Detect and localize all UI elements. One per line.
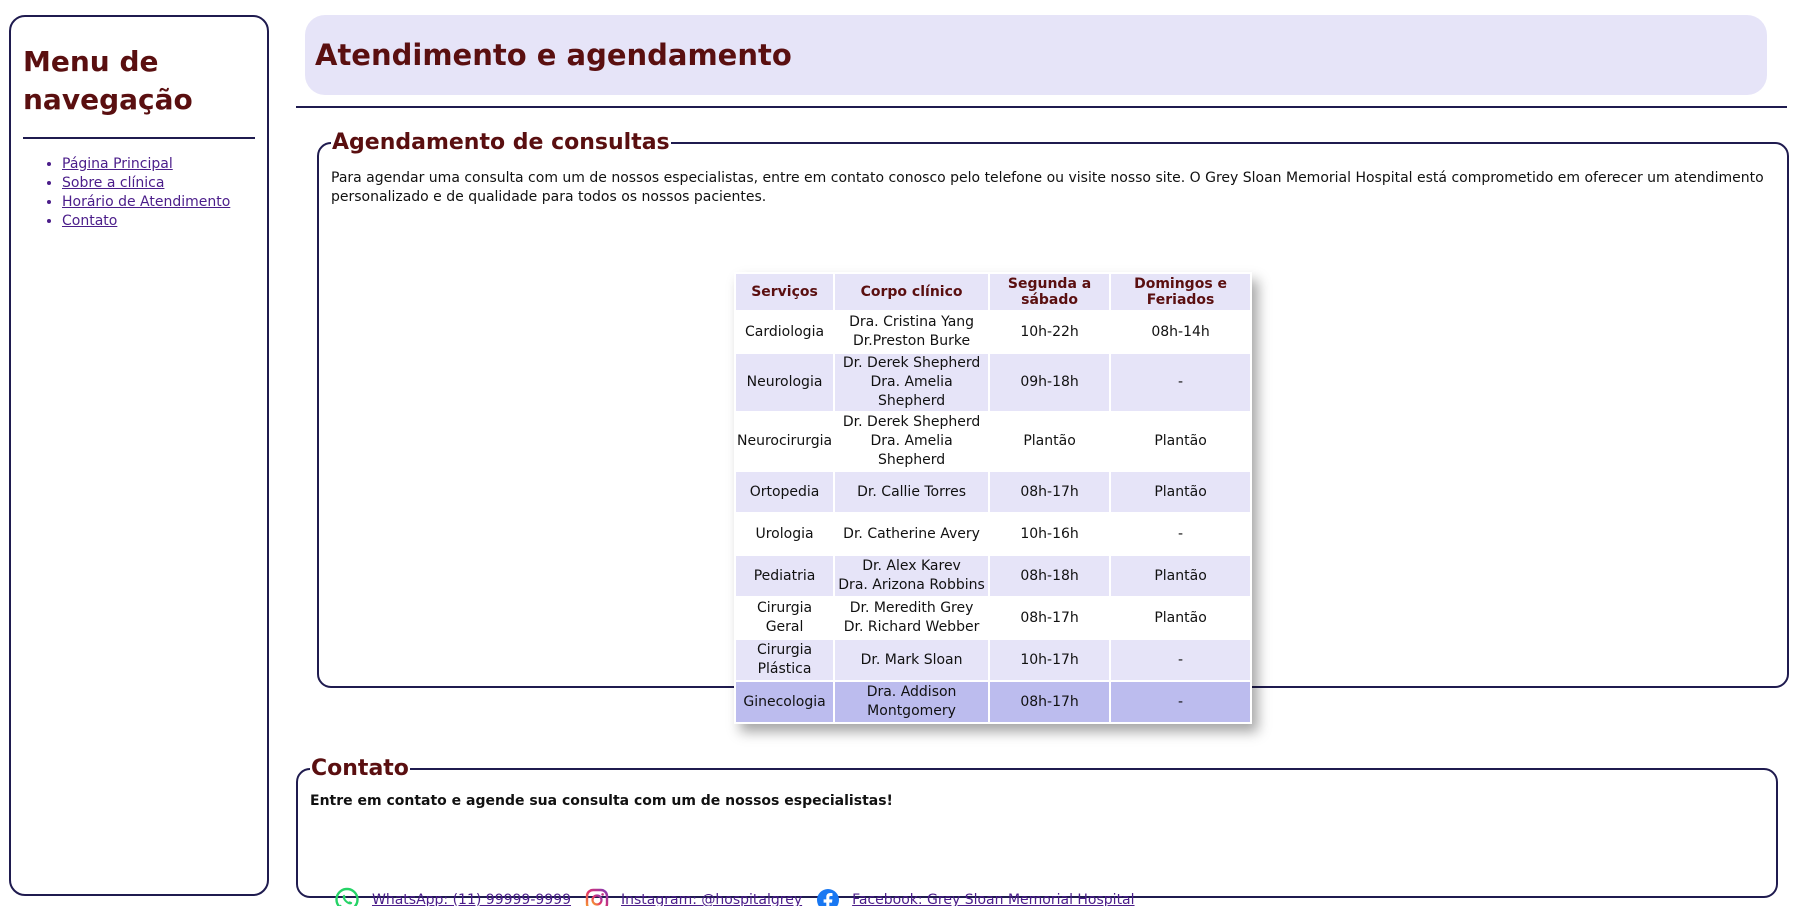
cell-weekdays: 08h-18h <box>990 556 1110 596</box>
cell-weekends: - <box>1111 682 1251 722</box>
sidebar-item-about: Sobre a clínica <box>62 174 255 193</box>
table-row: Urologia Dr. Catherine Avery 10h-16h - <box>736 514 1251 554</box>
cell-service: Cirurgia Geral <box>736 598 834 638</box>
cell-service: Pediatria <box>736 556 834 596</box>
cell-weekends: Plantão <box>1111 556 1251 596</box>
cell-doctors: Dr. Catherine Avery <box>835 514 989 554</box>
table-row: Pediatria Dr. Alex Karev Dra. Arizona Rob… <box>736 556 1251 596</box>
page-header: Atendimento e agendamento <box>305 15 1767 95</box>
doctor-name: Dr. Callie Torres <box>857 483 966 500</box>
schedule-paragraph: Para agendar uma consulta com um de noss… <box>331 170 1764 205</box>
contact-section: Contato Entre em contato e agende sua co… <box>296 756 1778 906</box>
cell-doctors: Dr. Callie Torres <box>835 472 989 512</box>
cell-weekends: Plantão <box>1111 598 1251 638</box>
cell-service: Neurocirurgia <box>736 413 834 470</box>
table-row: Neurocirurgia Dr. Derek Shepherd Dra. Ame… <box>736 413 1251 470</box>
cell-weekdays: 09h-18h <box>990 354 1110 411</box>
cell-service: Urologia <box>736 514 834 554</box>
cell-service: Neurologia <box>736 354 834 411</box>
cell-weekdays: 08h-17h <box>990 472 1110 512</box>
cell-doctors: Dr. Mark Sloan <box>835 640 989 680</box>
cell-doctors: Dr. Alex Karev Dra. Arizona Robbins <box>835 556 989 596</box>
doctor-name: Dra. Arizona Robbins <box>838 577 985 593</box>
cell-service: Cirurgia Plástica <box>736 640 834 680</box>
table-row: Neurologia Dr. Derek Shepherd Dra. Amelia… <box>736 354 1251 411</box>
cell-doctors: Dra. Addison Montgomery <box>835 682 989 722</box>
cell-weekdays: Plantão <box>990 413 1110 470</box>
doctor-name: Dr. Mark Sloan <box>860 651 963 668</box>
table-row: Cirurgia Plástica Dr. Mark Sloan 10h-17h… <box>736 640 1251 680</box>
instagram-link[interactable]: Instagram: @hospitalgrey <box>621 892 802 906</box>
header-weekends: Domingos e Feriados <box>1111 274 1251 310</box>
sidebar: Menu de navegação Página Principal Sobre… <box>9 15 269 896</box>
cell-weekends: - <box>1111 354 1251 411</box>
cell-weekends: Plantão <box>1111 472 1251 512</box>
sidebar-divider <box>23 137 255 139</box>
cell-doctors: Dr. Meredith Grey Dr. Richard Webber <box>835 598 989 638</box>
cell-service: Ginecologia <box>736 682 834 722</box>
table-row: Ginecologia Dra. Addison Montgomery 08h-… <box>736 682 1251 722</box>
page-title: Atendimento e agendamento <box>315 38 792 72</box>
sidebar-link-contact[interactable]: Contato <box>62 213 117 229</box>
facebook-link[interactable]: Facebook: Grey Sloan Memorial Hospital <box>852 892 1134 906</box>
doctor-name: Dra. Amelia Shepherd <box>870 433 953 468</box>
doctor-name: Dra. Amelia Shepherd <box>870 374 953 409</box>
cell-weekdays: 08h-17h <box>990 682 1110 722</box>
doctor-name: Dr. Meredith Grey <box>849 600 974 616</box>
table-row: Cardiologia Dra. Cristina Yang Dr.Preston… <box>736 312 1251 352</box>
header-weekdays: Segunda a sábado <box>990 274 1110 310</box>
social-links: WhatsApp: (11) 99999-9999 Instagram: @ho… <box>334 887 1149 906</box>
doctor-name: Dr. Catherine Avery <box>843 525 980 542</box>
cell-weekdays: 10h-16h <box>990 514 1110 554</box>
schedule-legend: Agendamento de consultas <box>332 130 670 155</box>
sidebar-item-contact: Contato <box>62 212 255 231</box>
schedule-table: Serviços Corpo clínico Segunda a sábado … <box>734 272 1253 724</box>
cell-doctors: Dra. Cristina Yang Dr.Preston Burke <box>835 312 989 352</box>
doctor-name: Dra. Addison Montgomery <box>866 684 957 719</box>
contact-lead: Entre em contato e agende sua consulta c… <box>310 793 893 809</box>
page: Menu de navegação Página Principal Sobre… <box>0 0 1799 906</box>
doctor-name: Dra. Cristina Yang <box>849 314 975 330</box>
sidebar-item-hours: Horário de Atendimento <box>62 193 255 212</box>
cell-service: Ortopedia <box>736 472 834 512</box>
cell-weekdays: 10h-17h <box>990 640 1110 680</box>
whatsapp-icon[interactable] <box>334 887 360 906</box>
cell-weekends: - <box>1111 514 1251 554</box>
schedule-section: Agendamento de consultas Para agendar um… <box>317 130 1789 724</box>
sidebar-item-home: Página Principal <box>62 155 255 174</box>
cell-service: Cardiologia <box>736 312 834 352</box>
sidebar-title: Menu de navegação <box>23 45 193 116</box>
sidebar-link-hours[interactable]: Horário de Atendimento <box>62 194 230 210</box>
sidebar-link-home[interactable]: Página Principal <box>62 156 173 172</box>
doctor-name: Dr. Richard Webber <box>843 619 980 635</box>
cell-weekdays: 08h-17h <box>990 598 1110 638</box>
header-services: Serviços <box>736 274 834 310</box>
cell-weekdays: 10h-22h <box>990 312 1110 352</box>
table-header-row: Serviços Corpo clínico Segunda a sábado … <box>736 274 1251 310</box>
sidebar-link-about[interactable]: Sobre a clínica <box>62 175 164 191</box>
schedule-table-wrapper: Serviços Corpo clínico Segunda a sábado … <box>734 272 1253 724</box>
header-staff: Corpo clínico <box>835 274 989 310</box>
whatsapp-link[interactable]: WhatsApp: (11) 99999-9999 <box>372 892 571 906</box>
cell-weekends: 08h-14h <box>1111 312 1251 352</box>
header-divider <box>296 106 1787 108</box>
cell-weekends: Plantão <box>1111 413 1251 470</box>
contact-legend: Contato <box>311 756 409 781</box>
table-row: Cirurgia Geral Dr. Meredith Grey Dr. Rich… <box>736 598 1251 638</box>
table-row: Ortopedia Dr. Callie Torres 08h-17h Plan… <box>736 472 1251 512</box>
doctor-name: Dr. Alex Karev <box>862 558 961 574</box>
sidebar-menu: Página Principal Sobre a clínica Horário… <box>23 155 255 231</box>
cell-weekends: - <box>1111 640 1251 680</box>
cell-doctors: Dr. Derek Shepherd Dra. Amelia Shepherd <box>835 354 989 411</box>
facebook-icon[interactable] <box>816 888 840 906</box>
instagram-icon[interactable] <box>585 888 609 906</box>
doctor-name: Dr.Preston Burke <box>853 333 971 349</box>
cell-doctors: Dr. Derek Shepherd Dra. Amelia Shepherd <box>835 413 989 470</box>
doctor-name: Dr. Derek Shepherd <box>842 355 981 371</box>
doctor-name: Dr. Derek Shepherd <box>842 414 981 430</box>
